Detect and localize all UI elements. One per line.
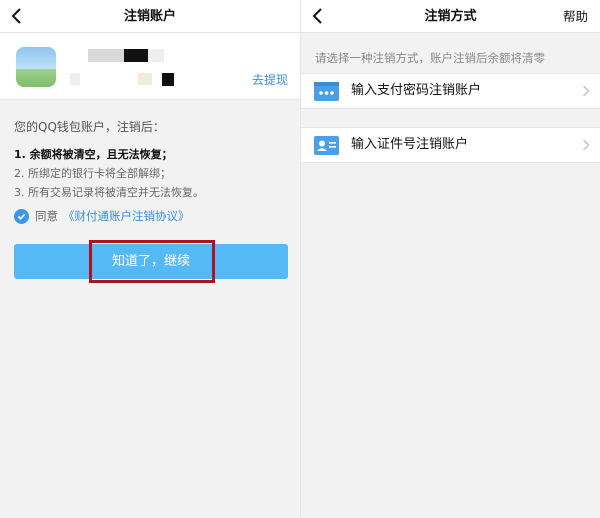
agreement-row: 同意 《财付通账户注销协议》 — [14, 208, 190, 224]
redacted-name — [88, 49, 124, 62]
back-button[interactable] — [307, 5, 329, 27]
notice-item-balance: 1. 余额将被清空，且无法恢复； — [14, 148, 173, 161]
page-title: 注销方式 — [424, 9, 477, 24]
right-nav-bar: 注销方式 帮助 — [301, 0, 600, 33]
redacted-account-block — [162, 73, 174, 86]
left-screen: 注销账户 去提现 您的QQ钱包账户，注销后： 1. 余额将被清空，且无法恢复； … — [0, 0, 300, 518]
option-label: 输入证件号注销账户 — [351, 137, 469, 152]
option-label: 输入支付密码注销账户 — [351, 83, 482, 98]
notice-heading: 您的QQ钱包账户，注销后： — [14, 120, 165, 134]
agreement-checkbox[interactable] — [14, 208, 29, 224]
chevron-right-icon — [582, 139, 590, 151]
redacted-account — [138, 73, 152, 85]
cancellation-notice: 您的QQ钱包账户，注销后： 1. 余额将被清空，且无法恢复； 2. 所绑定的银行… — [14, 118, 290, 202]
agreement-link[interactable]: 《财付通账户注销协议》 — [63, 208, 190, 224]
account-card: 去提现 — [0, 33, 300, 100]
chevron-left-icon — [11, 8, 21, 24]
redacted-account-prefix — [70, 73, 80, 85]
right-screen: 注销方式 帮助 请选择一种注销方式，账户注销后余额将清零 输入支付密码注销账户 — [300, 0, 600, 518]
notice-item-bank-cards: 2. 所绑定的银行卡将全部解绑； — [14, 167, 171, 180]
chevron-left-icon — [312, 8, 322, 24]
withdraw-link[interactable]: 去提现 — [252, 71, 288, 88]
redacted-name-tail — [148, 49, 164, 62]
back-button[interactable] — [6, 5, 28, 27]
redacted-name-block — [124, 49, 148, 62]
continue-button-label: 知道了，继续 — [111, 254, 190, 269]
checkmark-icon — [17, 213, 26, 220]
notice-item-records: 3. 所有交易记录将被清空并无法恢复。 — [14, 186, 204, 199]
chevron-right-icon — [582, 85, 590, 97]
method-prompt: 请选择一种注销方式，账户注销后余额将清零 — [315, 51, 545, 65]
help-button[interactable]: 帮助 — [563, 0, 588, 33]
password-card-icon — [314, 82, 339, 101]
page-title: 注销账户 — [123, 9, 176, 24]
agreement-prefix: 同意 — [35, 209, 58, 223]
left-nav-bar: 注销账户 — [0, 0, 300, 33]
option-payment-password[interactable]: 输入支付密码注销账户 — [301, 73, 600, 109]
option-id-number[interactable]: 输入证件号注销账户 — [301, 127, 600, 163]
continue-button[interactable]: 知道了，继续 — [14, 244, 288, 279]
avatar — [16, 47, 56, 87]
id-card-icon — [314, 136, 339, 155]
